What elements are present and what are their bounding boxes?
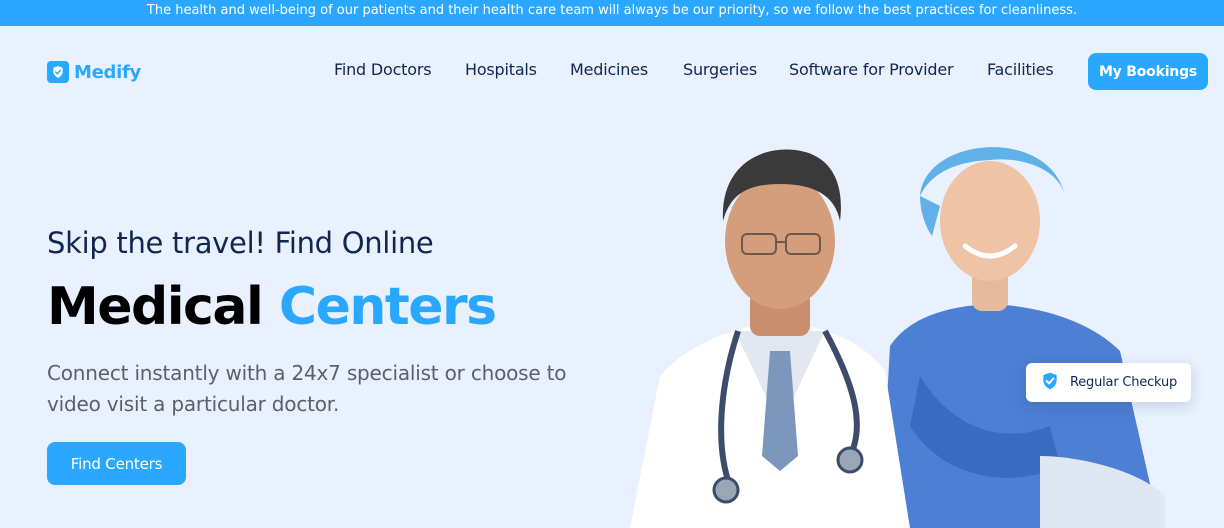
announcement-text: The health and well-being of our patient… — [146, 3, 1078, 18]
shield-check-icon — [1040, 371, 1060, 395]
nav-link-medicines[interactable]: Medicines — [570, 60, 648, 79]
nav-link-surgeries[interactable]: Surgeries — [683, 60, 757, 79]
regular-checkup-badge: Regular Checkup — [1026, 363, 1191, 402]
find-centers-button[interactable]: Find Centers — [47, 442, 186, 485]
nav-link-software-for-provider[interactable]: Software for Provider — [789, 60, 954, 79]
nav-link-hospitals[interactable]: Hospitals — [465, 60, 537, 79]
announcement-bar: The health and well-being of our patient… — [0, 0, 1224, 26]
regular-checkup-label: Regular Checkup — [1070, 375, 1178, 390]
doctors-image — [620, 126, 1200, 528]
brand-name: Medify — [74, 61, 141, 83]
nav-link-facilities[interactable]: Facilities — [987, 60, 1054, 79]
hero-title-accent: Centers — [278, 277, 497, 337]
hero-subtitle: Skip the travel! Find Online — [47, 226, 434, 260]
hero-title: Medical Centers — [47, 274, 497, 340]
brand-logo[interactable]: Medify — [47, 59, 141, 85]
hero-description: Connect instantly with a 24x7 specialist… — [47, 361, 567, 416]
hero-title-dark: Medical — [47, 277, 264, 337]
nav-link-find-doctors[interactable]: Find Doctors — [334, 60, 432, 79]
my-bookings-button[interactable]: My Bookings — [1088, 53, 1208, 90]
navbar: Medify Find Doctors Hospitals Medicines … — [0, 26, 1224, 116]
shield-check-icon — [47, 61, 69, 83]
